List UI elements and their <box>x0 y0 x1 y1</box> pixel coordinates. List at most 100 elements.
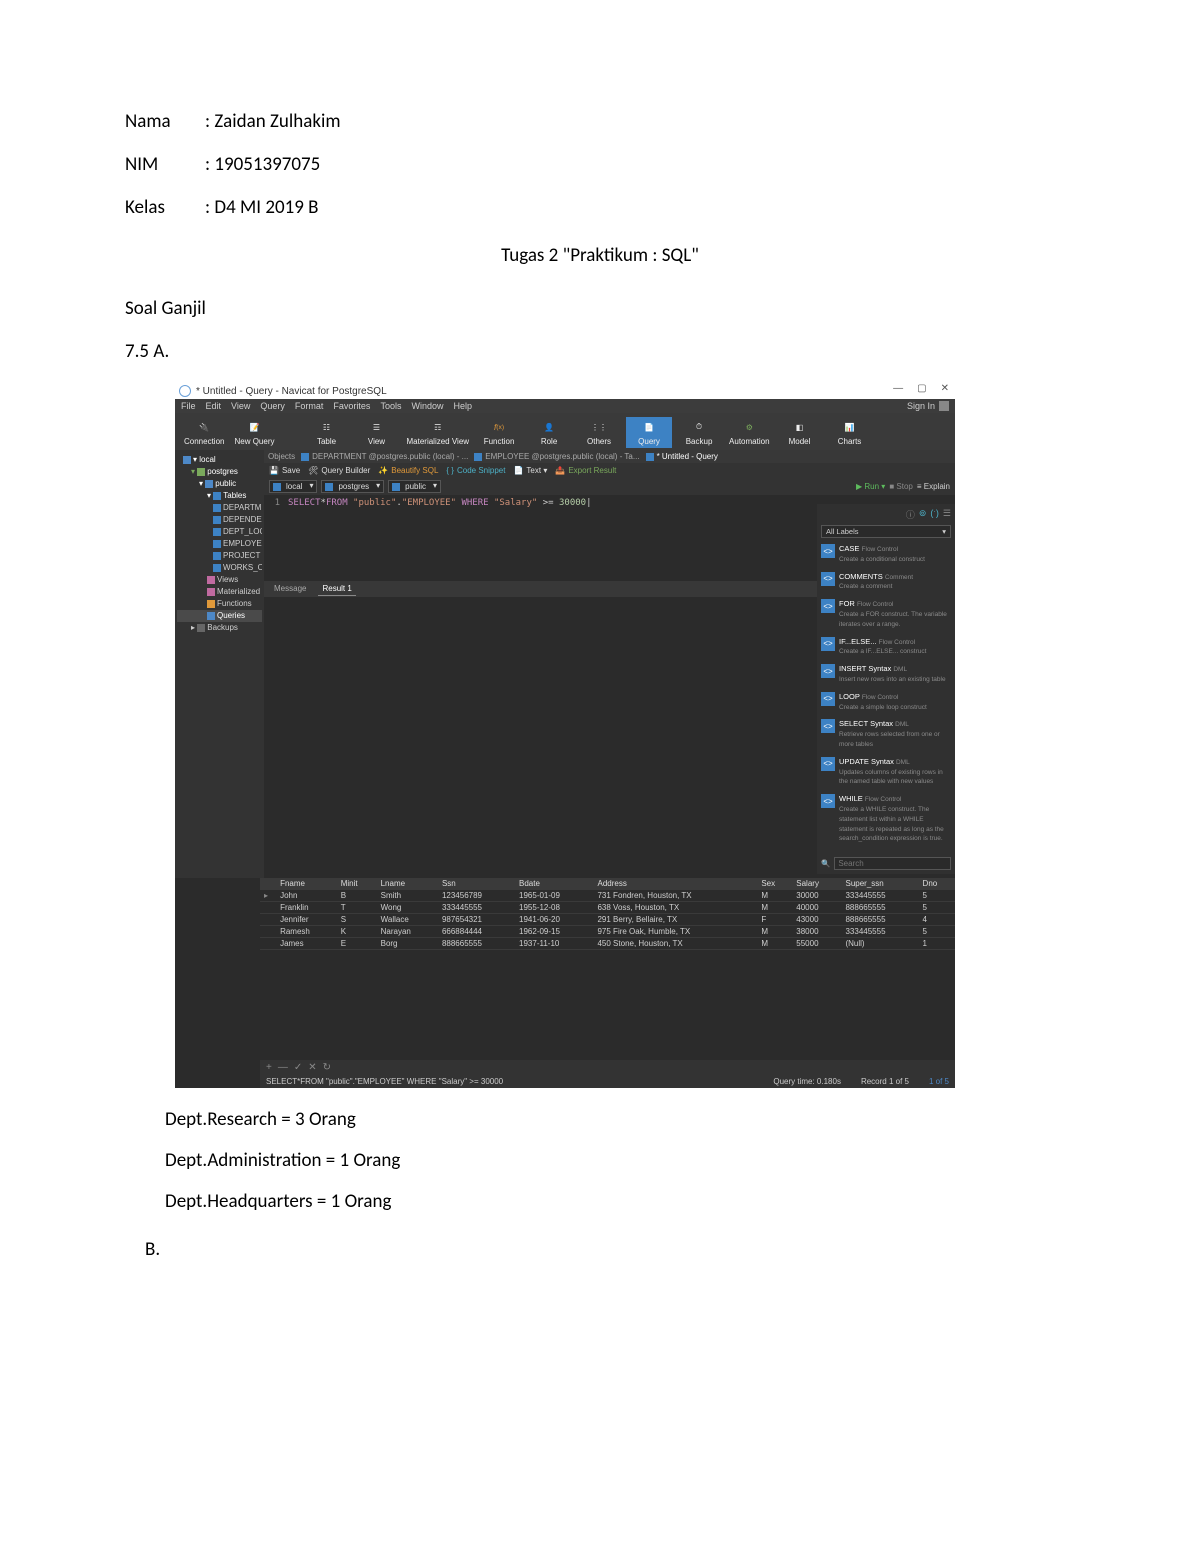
col-bdate[interactable]: Bdate <box>515 878 593 890</box>
panel-mode-icon[interactable]: (ˑ) <box>930 508 939 521</box>
col-lname[interactable]: Lname <box>377 878 438 890</box>
conn-schema-combo[interactable]: public <box>388 480 441 493</box>
toolbar-model[interactable]: ◧Model <box>777 417 823 448</box>
toolbar-role[interactable]: 👤Role <box>526 417 572 448</box>
panel-mode-icon[interactable]: ⊚ <box>919 508 927 521</box>
panel-mode-icon[interactable]: ⓘ <box>906 508 915 521</box>
snippet-item[interactable]: <> CASE Flow ControlCreate a conditional… <box>821 544 951 564</box>
tree-table-employee[interactable]: EMPLOYEE <box>177 538 262 550</box>
toolbar-new-query[interactable]: 📝New Query <box>231 417 277 448</box>
tree-tables[interactable]: ▾ Tables <box>177 490 262 502</box>
table-row[interactable]: ▸JohnBSmith1234567891965-01-09731 Fondre… <box>260 890 955 902</box>
snippet-item[interactable]: <> COMMENTS CommentCreate a comment <box>821 572 951 592</box>
run-button[interactable]: ▶ Run ▾ <box>856 482 885 491</box>
toolbar-function[interactable]: f(x)Function <box>476 417 522 448</box>
tree-views[interactable]: Views <box>177 574 262 586</box>
tab-message[interactable]: Message <box>270 582 310 596</box>
tree-table-project[interactable]: PROJECT <box>177 550 262 562</box>
tree-matviews[interactable]: Materialized Views <box>177 586 262 598</box>
beautify-button[interactable]: ✨ Beautify SQL <box>378 466 438 475</box>
menu-favorites[interactable]: Favorites <box>333 401 370 411</box>
snippet-item[interactable]: <> INSERT Syntax DMLInsert new rows into… <box>821 664 951 684</box>
search-input[interactable] <box>834 857 951 870</box>
snippet-icon: <> <box>821 544 835 558</box>
tab-query[interactable]: * Untitled - Query <box>646 452 718 461</box>
window-minimize-button[interactable]: — <box>893 383 903 394</box>
tree-table-department[interactable]: DEPARTMENT <box>177 502 262 514</box>
labels-select[interactable]: All Labels▾ <box>821 525 951 538</box>
tab-result1[interactable]: Result 1 <box>318 582 355 596</box>
toolbar-backup[interactable]: ⏱Backup <box>676 417 722 448</box>
conn-db-combo[interactable]: postgres <box>321 480 384 493</box>
col-minit[interactable]: Minit <box>337 878 377 890</box>
tab-employee[interactable]: EMPLOYEE @postgres.public (local) - Ta..… <box>474 452 639 461</box>
snippet-item[interactable]: <> WHILE Flow ControlCreate a WHILE cons… <box>821 794 951 843</box>
connection-bar: local postgres public ▶ Run ▾ ■ Stop ≡ E… <box>264 478 955 495</box>
delete-row-button[interactable]: — <box>278 1062 288 1073</box>
tab-objects[interactable]: Objects <box>268 452 295 461</box>
snippet-item[interactable]: <> LOOP Flow ControlCreate a simple loop… <box>821 692 951 712</box>
sign-in-button[interactable]: Sign In <box>907 401 949 411</box>
query-builder-button[interactable]: 🛠 Query Builder <box>308 466 370 475</box>
refresh-button[interactable]: ↻ <box>323 1062 331 1073</box>
toolbar-table[interactable]: ☷Table <box>304 417 350 448</box>
col-fname[interactable]: Fname <box>276 878 337 890</box>
conn-local-combo[interactable]: local <box>269 480 317 493</box>
panel-mode-icon[interactable]: ☰ <box>943 508 951 521</box>
menu-file[interactable]: File <box>181 401 196 411</box>
toolbar-query[interactable]: 📄Query <box>626 417 672 448</box>
table-row[interactable]: RameshKNarayan6668844441962-09-15975 Fir… <box>260 926 955 938</box>
add-row-button[interactable]: + <box>266 1062 272 1073</box>
col-address[interactable]: Address <box>593 878 757 890</box>
cancel-button[interactable]: ✕ <box>308 1062 316 1073</box>
snippet-icon: <> <box>821 637 835 651</box>
toolbar-charts[interactable]: 📊Charts <box>827 417 873 448</box>
table-row[interactable]: JenniferSWallace9876543211941-06-20291 B… <box>260 914 955 926</box>
menu-format[interactable]: Format <box>295 401 324 411</box>
snippet-item[interactable]: <> IF...ELSE... Flow ControlCreate a IF.… <box>821 637 951 657</box>
tab-department[interactable]: DEPARTMENT @postgres.public (local) - ..… <box>301 452 468 461</box>
tree-queries[interactable]: Queries <box>177 610 262 622</box>
toolbar-matview[interactable]: ☶Materialized View <box>404 417 473 448</box>
explain-button[interactable]: ≡ Explain <box>917 482 950 491</box>
col-dno[interactable]: Dno <box>919 878 955 890</box>
snippet-icon: <> <box>821 757 835 771</box>
menu-tools[interactable]: Tools <box>380 401 401 411</box>
table-row[interactable]: FranklinTWong3334455551955-12-08638 Voss… <box>260 902 955 914</box>
save-button[interactable]: 💾 Save <box>269 466 300 475</box>
toolbar-automation[interactable]: ⚙Automation <box>726 417 772 448</box>
text-button[interactable]: 📄 Text ▾ <box>513 466 547 475</box>
tree-schema[interactable]: ▾ public <box>177 478 262 490</box>
col-super_ssn[interactable]: Super_ssn <box>841 878 918 890</box>
menu-edit[interactable]: Edit <box>206 401 222 411</box>
tree-backups[interactable]: ▸ Backups <box>177 622 262 634</box>
col-ssn[interactable]: Ssn <box>438 878 515 890</box>
toolbar-others[interactable]: ⋮⋮Others <box>576 417 622 448</box>
menu-help[interactable]: Help <box>453 401 472 411</box>
snippet-item[interactable]: <> SELECT Syntax DMLRetrieve rows select… <box>821 719 951 748</box>
status-sql: SELECT*FROM "public"."EMPLOYEE" WHERE "S… <box>266 1077 503 1086</box>
window-maximize-button[interactable]: ▢ <box>917 383 926 394</box>
tree-database[interactable]: ▾ postgres <box>177 466 262 478</box>
tree-table-workson[interactable]: WORKS_ON <box>177 562 262 574</box>
toolbar-connection[interactable]: 🔌Connection <box>181 417 227 448</box>
menu-window[interactable]: Window <box>411 401 443 411</box>
col-salary[interactable]: Salary <box>792 878 841 890</box>
col-sex[interactable]: Sex <box>757 878 792 890</box>
tree-functions[interactable]: Functions <box>177 598 262 610</box>
tree-connection[interactable]: ▾ local <box>177 454 262 466</box>
snippet-item[interactable]: <> UPDATE Syntax DMLUpdates columns of e… <box>821 757 951 786</box>
menu-query[interactable]: Query <box>260 401 285 411</box>
snippet-button[interactable]: { } Code Snippet <box>446 466 505 475</box>
tree-table-deptloc[interactable]: DEPT_LOCATION <box>177 526 262 538</box>
toolbar-view[interactable]: ☰View <box>354 417 400 448</box>
window-close-button[interactable]: ✕ <box>941 383 949 394</box>
table-row[interactable]: JamesEBorg8886655551937-11-10450 Stone, … <box>260 938 955 950</box>
table-icon: ☷ <box>318 419 336 435</box>
menu-view[interactable]: View <box>231 401 250 411</box>
tree-table-dependent[interactable]: DEPENDENT <box>177 514 262 526</box>
export-button[interactable]: 📤 Export Result <box>555 466 616 475</box>
commit-button[interactable]: ✓ <box>294 1062 302 1073</box>
snippet-item[interactable]: <> FOR Flow ControlCreate a FOR construc… <box>821 599 951 628</box>
stop-button[interactable]: ■ Stop <box>889 482 913 491</box>
